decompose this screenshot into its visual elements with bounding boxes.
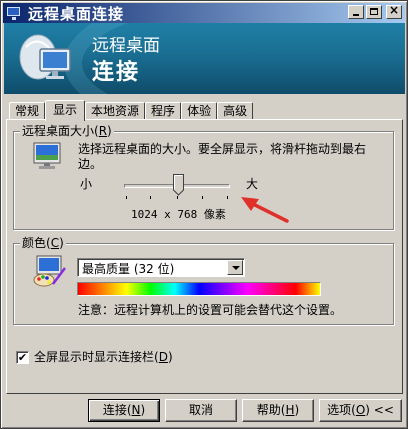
cancel-button[interactable]: 取消 bbox=[165, 399, 237, 422]
collapse-chevron-icon: << bbox=[373, 403, 394, 417]
chevron-down-icon bbox=[232, 266, 240, 270]
remote-desktop-window: 远程桌面连接 × 远程桌面 连接 常规 显示 本地资源 程序 体验 高级 远程桌… bbox=[0, 0, 408, 429]
color-group-label: 颜色(C) bbox=[20, 236, 66, 250]
fullscreen-bar-label[interactable]: 全屏显示时显示连接栏(D) bbox=[34, 350, 173, 365]
fullscreen-bar-checkbox[interactable]: ✔ bbox=[16, 351, 29, 364]
minimize-button[interactable] bbox=[348, 5, 364, 19]
annotation-arrow-icon bbox=[241, 197, 289, 223]
options-button[interactable]: 选项(O) << bbox=[319, 399, 402, 422]
monitor-icon bbox=[33, 142, 61, 169]
slider-max-label: 大 bbox=[246, 177, 259, 191]
tab-general[interactable]: 常规 bbox=[9, 102, 46, 120]
remote-desktop-app-icon bbox=[6, 5, 22, 21]
maximize-button[interactable] bbox=[366, 5, 382, 19]
slider-tick bbox=[150, 196, 151, 199]
slider-tick bbox=[227, 196, 228, 199]
size-description-line1: 选择远程桌面的大小。要全屏显示，将滑杆拖动到最右 bbox=[78, 142, 367, 156]
check-mark-icon: ✔ bbox=[17, 351, 28, 364]
banner-title-line1: 远程桌面 bbox=[92, 36, 160, 56]
window-title: 远程桌面连接 bbox=[28, 4, 125, 23]
size-group-label: 远程桌面大小(R) bbox=[20, 124, 114, 138]
slider-min-label: 小 bbox=[80, 177, 93, 191]
color-palette-monitor-icon bbox=[33, 255, 66, 287]
resolution-label: 1024 x 768 像素 bbox=[131, 208, 226, 221]
color-depth-value: 最高质量 (32 位) bbox=[82, 262, 175, 276]
banner-title-line2: 连接 bbox=[92, 60, 141, 85]
dropdown-button[interactable] bbox=[227, 260, 243, 275]
color-spectrum-preview bbox=[77, 282, 321, 296]
color-depth-select[interactable]: 最高质量 (32 位) bbox=[77, 258, 245, 277]
size-slider-thumb[interactable] bbox=[173, 174, 184, 196]
header-banner: 远程桌面 连接 bbox=[4, 23, 405, 94]
close-icon: × bbox=[388, 3, 400, 17]
size-description-line2: 边。 bbox=[78, 157, 103, 171]
help-button[interactable]: 帮助(H) bbox=[242, 399, 314, 422]
tab-experience[interactable]: 体验 bbox=[181, 102, 218, 120]
maximize-icon bbox=[370, 8, 378, 15]
title-bar[interactable]: 远程桌面连接 × bbox=[3, 3, 405, 23]
close-button[interactable]: × bbox=[386, 3, 402, 19]
slider-tick bbox=[126, 196, 127, 199]
remote-desktop-logo-icon bbox=[19, 34, 71, 80]
connect-button[interactable]: 连接(N) bbox=[88, 399, 160, 422]
tab-advanced[interactable]: 高级 bbox=[217, 102, 254, 120]
tab-display[interactable]: 显示 bbox=[45, 100, 86, 121]
tab-programs[interactable]: 程序 bbox=[145, 102, 182, 120]
slider-tick bbox=[202, 196, 203, 199]
slider-tick bbox=[177, 196, 178, 199]
tab-strip: 常规 显示 本地资源 程序 体验 高级 bbox=[9, 100, 254, 121]
minimize-icon bbox=[353, 14, 359, 16]
color-note: 注意：远程计算机上的设置可能会替代这个设置。 bbox=[78, 303, 343, 317]
tab-local-resources[interactable]: 本地资源 bbox=[85, 102, 146, 120]
